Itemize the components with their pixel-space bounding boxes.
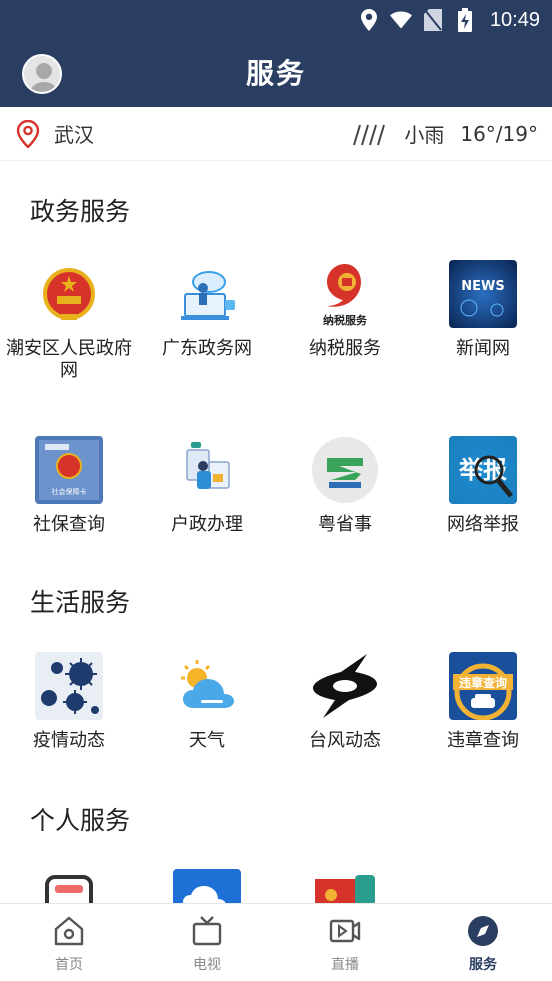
national-emblem-icon bbox=[35, 260, 103, 328]
nav-label: 电视 bbox=[193, 957, 221, 973]
nav-tv[interactable]: 电视 bbox=[138, 904, 276, 981]
service-item-weather[interactable]: 天气 bbox=[138, 652, 276, 752]
service-label: 粤省事 bbox=[318, 514, 372, 535]
tv-icon bbox=[192, 916, 222, 946]
service-label: 网络举报 bbox=[447, 514, 519, 535]
status-bar: 10:49 bbox=[358, 0, 540, 40]
typhoon-icon bbox=[311, 652, 379, 720]
section-title-government: 政务服务 bbox=[30, 197, 131, 226]
service-label: 天气 bbox=[189, 730, 225, 751]
traffic-violation-icon: 违章查询 bbox=[449, 652, 517, 720]
service-item-epidemic[interactable]: 疫情动态 bbox=[0, 652, 138, 752]
household-registration-icon bbox=[173, 436, 241, 504]
compass-icon bbox=[468, 916, 498, 946]
service-label: 广东政务网 bbox=[162, 338, 252, 359]
service-label: 新闻网 bbox=[456, 338, 510, 359]
tax-service-icon: 纳税服务 bbox=[311, 260, 379, 328]
nav-service[interactable]: 服务 bbox=[414, 904, 552, 981]
location-city[interactable]: 武汉 bbox=[54, 119, 94, 148]
service-item-news[interactable]: NEWS 新闻网 bbox=[414, 260, 552, 360]
nav-home[interactable]: 首页 bbox=[0, 904, 138, 981]
battery-charging-icon bbox=[454, 8, 476, 32]
service-item-violation[interactable]: 违章查询 违章查询 bbox=[414, 652, 552, 752]
service-label: 户政办理 bbox=[171, 514, 243, 535]
nav-label: 服务 bbox=[469, 957, 497, 973]
service-item-yueshengshi[interactable]: 粤省事 bbox=[276, 436, 414, 536]
location-weather-bar: 武汉 小雨 16°/19° bbox=[0, 107, 552, 161]
nav-live[interactable]: 直播 bbox=[276, 904, 414, 981]
service-label: 社保查询 bbox=[33, 514, 105, 535]
online-report-icon: 举报 bbox=[449, 436, 517, 504]
bottom-navigation: 首页 电视 直播 服务 bbox=[0, 903, 552, 981]
live-icon bbox=[329, 919, 361, 943]
violation-logo-text: 违章查询 bbox=[459, 675, 507, 690]
wifi-icon bbox=[389, 9, 412, 31]
temperature-range: 16°/19° bbox=[460, 121, 538, 146]
service-item-social-security[interactable]: 社会保障卡 社保查询 bbox=[0, 436, 138, 536]
home-icon bbox=[54, 916, 84, 946]
service-label: 台风动态 bbox=[309, 730, 381, 751]
yue-sheng-shi-icon bbox=[311, 436, 379, 504]
location-status-icon bbox=[358, 9, 380, 31]
no-sim-icon bbox=[422, 9, 444, 31]
weather-icon bbox=[173, 652, 241, 720]
service-item-tax[interactable]: 纳税服务 纳税服务 bbox=[276, 260, 414, 360]
status-time: 10:49 bbox=[489, 8, 540, 31]
weather-condition: 小雨 bbox=[404, 123, 445, 147]
section-title-personal: 个人服务 bbox=[30, 806, 131, 835]
nav-label: 直播 bbox=[331, 957, 359, 973]
service-item-online-report[interactable]: 举报 网络举报 bbox=[414, 436, 552, 536]
service-item-typhoon[interactable]: 台风动态 bbox=[276, 652, 414, 752]
rain-icon bbox=[353, 124, 386, 145]
service-item-chaoan-gov[interactable]: 潮安区人民政府网 bbox=[0, 260, 138, 382]
service-item-guangdong-gov[interactable]: 广东政务网 bbox=[138, 260, 276, 360]
news-logo-text: NEWS bbox=[461, 279, 504, 294]
page-title: 服务 bbox=[245, 57, 306, 90]
service-label: 潮安区人民政府网 bbox=[6, 338, 132, 381]
social-security-card-icon: 社会保障卡 bbox=[35, 436, 103, 504]
service-label: 疫情动态 bbox=[33, 730, 105, 751]
section-title-life: 生活服务 bbox=[30, 588, 131, 617]
app-header: 10:49 服务 bbox=[0, 0, 552, 107]
gov-network-icon bbox=[173, 260, 241, 328]
location-pin-icon[interactable] bbox=[16, 119, 40, 148]
tax-logo-text: 纳税服务 bbox=[323, 313, 368, 327]
virus-icon bbox=[35, 652, 103, 720]
service-label: 纳税服务 bbox=[309, 338, 381, 359]
card-logo-text: 社会保障卡 bbox=[52, 487, 87, 496]
nav-label: 首页 bbox=[55, 957, 83, 973]
news-icon: NEWS bbox=[449, 260, 517, 328]
service-label: 违章查询 bbox=[447, 730, 519, 751]
service-item-household[interactable]: 户政办理 bbox=[138, 436, 276, 536]
weather-info: 小雨 16°/19° bbox=[352, 119, 538, 149]
